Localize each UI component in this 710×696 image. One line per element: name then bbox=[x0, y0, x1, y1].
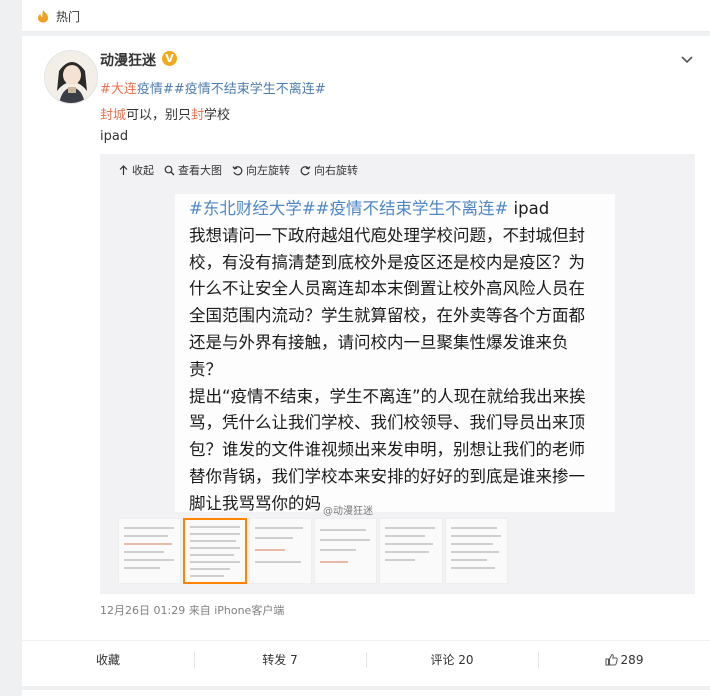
thumbnail[interactable] bbox=[118, 518, 182, 584]
comment-button[interactable]: 评论 20 bbox=[366, 641, 538, 678]
thumbnail[interactable] bbox=[248, 518, 312, 584]
thumbs-up-icon bbox=[605, 653, 618, 666]
hashtag-red-part[interactable]: #大连 bbox=[100, 82, 137, 97]
favorite-button[interactable]: 收藏 bbox=[22, 641, 194, 678]
post-text-ipad: ipad bbox=[100, 129, 129, 144]
thumbnail-strip bbox=[118, 518, 508, 584]
weibo-post-card: 动漫狂迷 V #大连疫情##疫情不结束学生不离连# 封城可以，别只封学校 ipa… bbox=[22, 36, 710, 686]
source: 来自 iPhone客户端 bbox=[188, 604, 285, 617]
timestamp[interactable]: 12月26日 01:29 bbox=[100, 604, 185, 617]
hashtags[interactable]: #大连疫情##疫情不结束学生不离连# bbox=[100, 78, 326, 97]
verified-badge-icon: V bbox=[162, 51, 177, 66]
image-text-paragraph-1: 我想请问一下政府越俎代庖处理学校问题，不封城但封校，有没有搞清楚到底校外是疫区还… bbox=[189, 225, 585, 379]
action-bar: 收藏 转发 7 评论 20 289 bbox=[22, 640, 710, 678]
avatar[interactable] bbox=[44, 50, 98, 104]
rotate-left-icon bbox=[232, 165, 243, 175]
post-meta: 12月26日 01:29 来自 iPhone客户端 bbox=[100, 602, 284, 618]
username[interactable]: 动漫狂迷 bbox=[100, 50, 156, 70]
post-image-large[interactable]: #东北财经大学##疫情不结束学生不离连# ipad 我想请问一下政府越俎代庖处理… bbox=[175, 194, 615, 513]
media-expanded: 收起 查看大图 向左旋转 向右旋转 #东北财经大学##疫情不结束学生不离连# i… bbox=[100, 154, 695, 594]
next-card-edge bbox=[22, 690, 710, 696]
chevron-down-icon[interactable] bbox=[680, 52, 694, 66]
thumbnail[interactable] bbox=[379, 518, 443, 584]
arrow-up-icon bbox=[119, 164, 128, 175]
image-text-hashtag-line: #东北财经大学##疫情不结束学生不离连# ipad bbox=[189, 199, 550, 218]
post-text-segment: 学校 bbox=[204, 108, 231, 123]
view-large-button[interactable]: 查看大图 bbox=[164, 162, 222, 178]
post-text-line: 封城可以，别只封学校 bbox=[100, 104, 230, 123]
thumbnail[interactable] bbox=[444, 518, 508, 584]
rotate-right-icon bbox=[300, 165, 311, 175]
post-text-segment: 可以，别只 bbox=[126, 108, 192, 123]
collapse-button[interactable]: 收起 bbox=[118, 162, 154, 178]
hashtag-blue-part[interactable]: 疫情##疫情不结束学生不离连# bbox=[137, 82, 326, 97]
flame-icon bbox=[38, 10, 48, 23]
hot-header: 热门 bbox=[22, 0, 710, 32]
media-toolbar: 收起 查看大图 向左旋转 向右旋转 bbox=[118, 162, 358, 178]
magnifier-icon bbox=[164, 165, 175, 175]
rotate-left-button[interactable]: 向左旋转 bbox=[232, 162, 290, 178]
keyword-feng[interactable]: 封 bbox=[191, 108, 204, 123]
repost-button[interactable]: 转发 7 bbox=[194, 641, 366, 678]
rotate-right-button[interactable]: 向右旋转 bbox=[300, 162, 358, 178]
thumbnail-selected[interactable] bbox=[183, 518, 247, 584]
like-button[interactable]: 289 bbox=[538, 641, 710, 678]
image-text-paragraph-2: 提出“疫情不结束，学生不离连”的人现在就给我出来挨骂，凭什么让我们学校、我们校领… bbox=[189, 386, 586, 513]
image-watermark: @动漫狂迷 bbox=[323, 506, 373, 517]
keyword-fengcheng[interactable]: 封城 bbox=[100, 108, 126, 123]
hot-label: 热门 bbox=[56, 10, 81, 24]
thumbnail[interactable] bbox=[314, 518, 378, 584]
